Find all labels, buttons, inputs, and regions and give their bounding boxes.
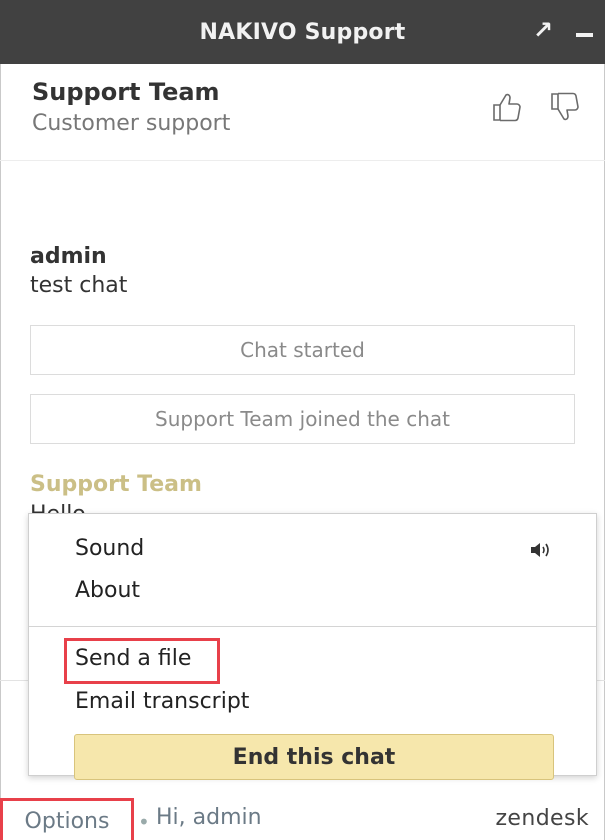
system-message-chat-started: Chat started: [30, 325, 575, 375]
options-menu: Sound About Send a file Email transcript…: [28, 513, 597, 780]
agent-header: Support Team Customer support: [32, 76, 230, 140]
zendesk-logo[interactable]: zendesk: [495, 806, 589, 831]
options-button[interactable]: Options: [0, 798, 134, 840]
menu-item-email-transcript[interactable]: Email transcript: [75, 687, 249, 717]
message-author: Support Team: [30, 472, 202, 497]
message-text: test chat: [30, 273, 128, 298]
message-text: Hello: [30, 500, 202, 514]
footer-separator: •: [138, 810, 150, 834]
window-title: NAKIVO Support: [199, 19, 406, 45]
message-admin: admin test chat: [30, 243, 127, 301]
speaker-icon[interactable]: [530, 541, 552, 559]
end-chat-button[interactable]: End this chat: [74, 734, 554, 780]
menu-item-send-file[interactable]: Send a file: [75, 644, 191, 674]
system-message-joined: Support Team joined the chat: [30, 394, 575, 444]
popout-arrow-icon[interactable]: ↗: [533, 16, 553, 44]
menu-item-about[interactable]: About: [75, 576, 140, 606]
message-agent: Support Team Hello: [30, 470, 202, 514]
message-author: admin: [30, 244, 107, 269]
header-divider: [0, 160, 605, 161]
user-greeting[interactable]: Hi, admin: [156, 805, 262, 830]
menu-separator: [29, 626, 596, 627]
chat-title-bar: NAKIVO Support ↗: [0, 0, 605, 64]
agent-role: Customer support: [32, 111, 231, 136]
agent-name: Support Team: [32, 78, 220, 106]
thumbs-up-icon[interactable]: [490, 90, 524, 124]
minimize-icon[interactable]: [576, 33, 593, 37]
menu-item-sound[interactable]: Sound: [75, 534, 144, 564]
thumbs-down-icon[interactable]: [548, 90, 582, 124]
